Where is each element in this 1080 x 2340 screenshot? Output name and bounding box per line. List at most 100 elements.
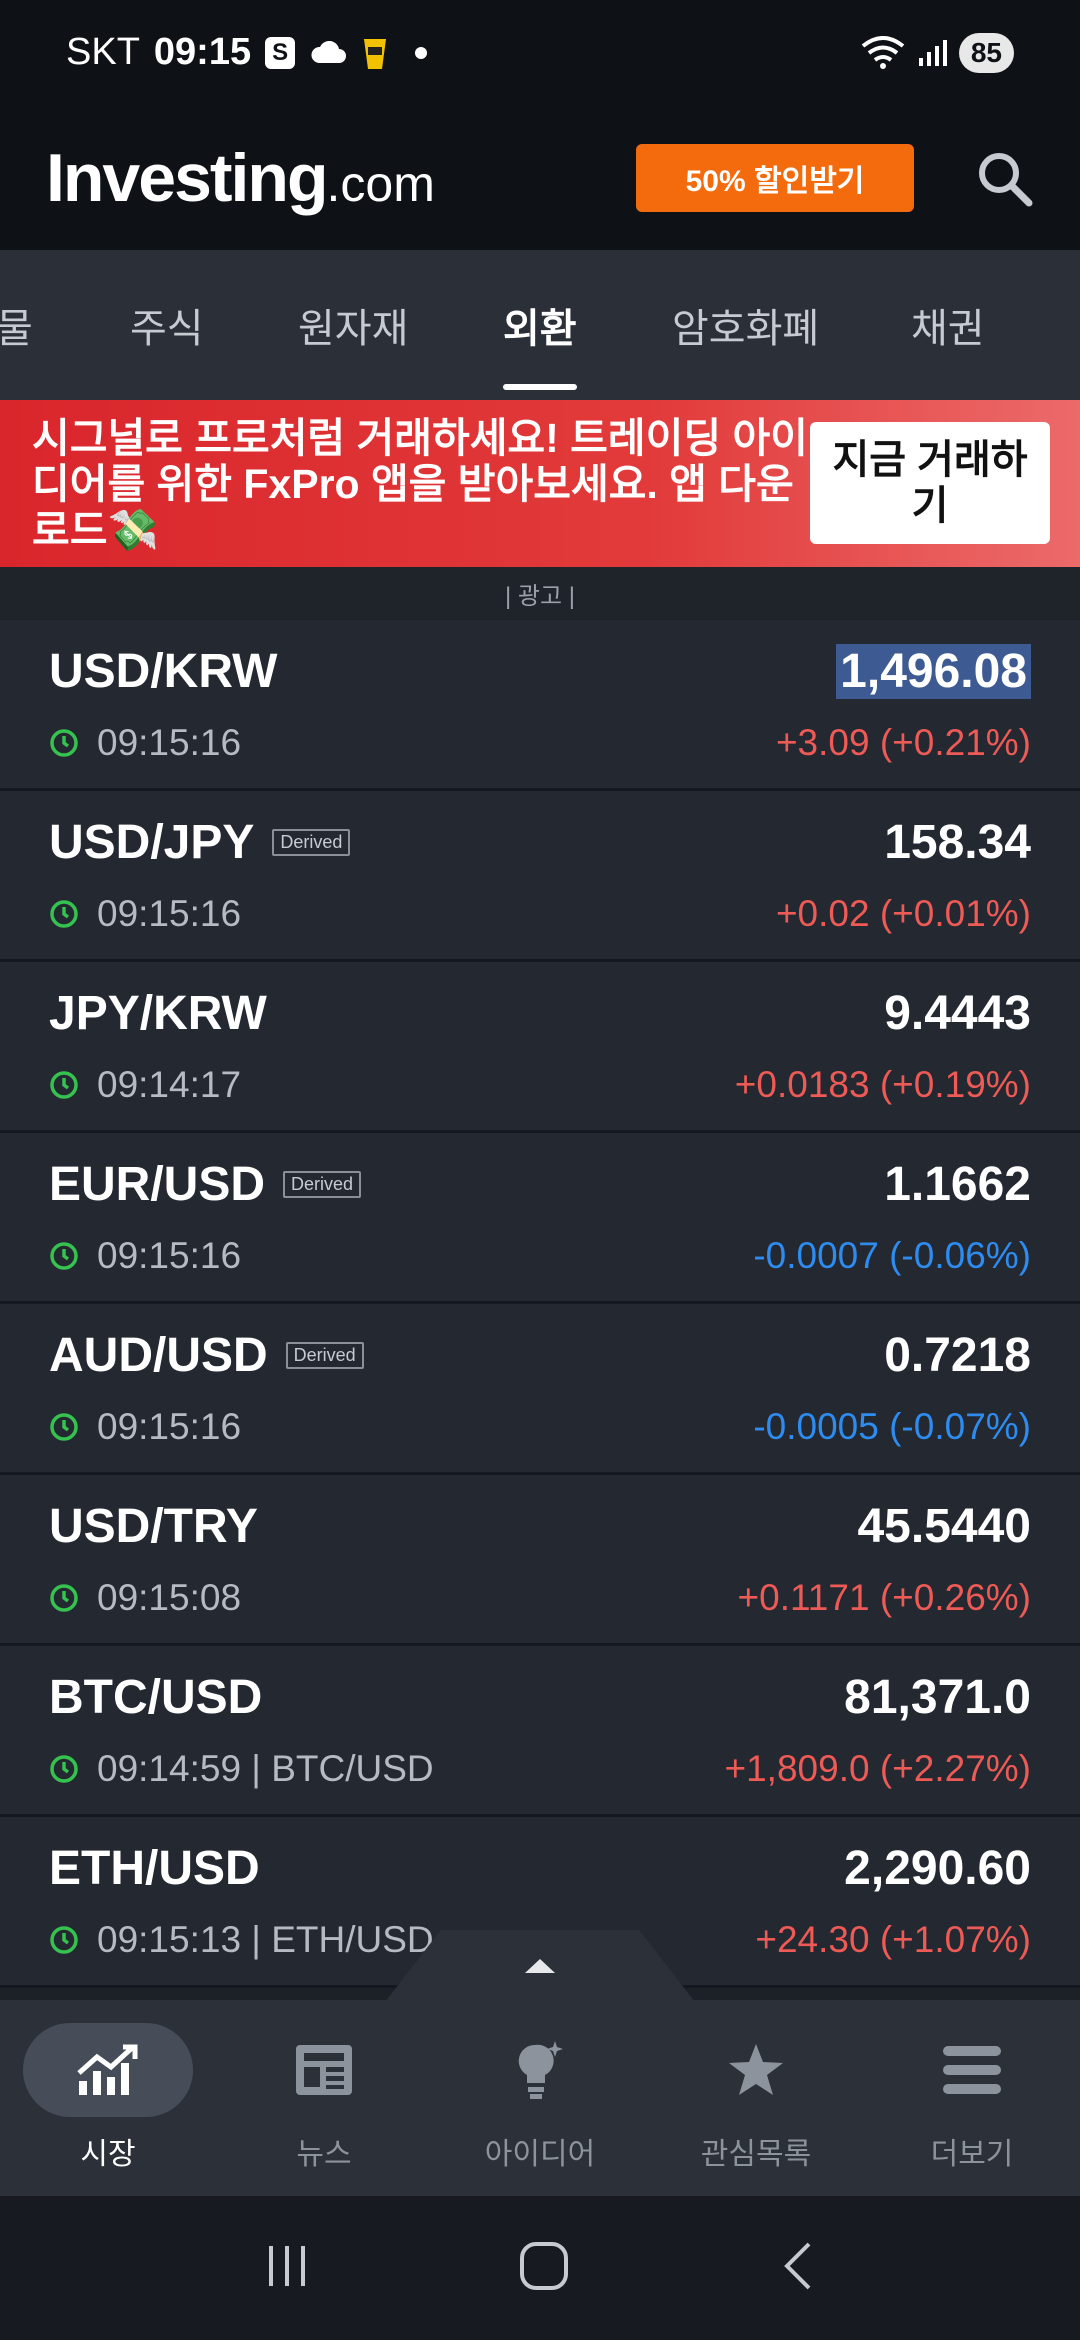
clock-icon	[50, 1071, 78, 1099]
quote-change: +0.0183 (+0.19%)	[734, 1064, 1031, 1105]
back-button[interactable]	[777, 2240, 817, 2297]
quote-symbol: USD/KRW	[49, 644, 277, 699]
tab-label: 외환	[503, 307, 577, 351]
tab-stocks[interactable]: 주식	[130, 250, 204, 400]
investing-app: SKT 09:15 S 85 Investing .com 50% 할인받기 물…	[0, 0, 1080, 2340]
quote-change: +3.09 (+0.21%)	[775, 722, 1031, 763]
quote-symbol: ETH/USD	[49, 1841, 260, 1896]
investing-logo[interactable]: Investing .com	[46, 139, 435, 217]
quote-row-usd-krw[interactable]: USD/KRW 09:15:16 1,496.08 +3.09 (+0.21%)	[0, 620, 1080, 791]
quote-time: 09:15:16	[49, 722, 241, 764]
chevron-up-icon	[525, 1959, 555, 1973]
quote-change: +24.30 (+1.07%)	[755, 1919, 1031, 1960]
cloud-icon	[309, 40, 347, 65]
tab-crypto[interactable]: 암호화폐	[672, 250, 819, 400]
nav-label: 더보기	[930, 2138, 1014, 2171]
quote-row-eur-usd[interactable]: EUR/USD Derived 09:15:16 1.1662 -0.0007 …	[0, 1133, 1080, 1304]
quote-change: -0.0005 (-0.07%)	[753, 1406, 1031, 1447]
dot-icon	[415, 46, 428, 59]
clock-icon	[50, 729, 78, 757]
nav-label: 뉴스	[296, 2138, 352, 2171]
home-button[interactable]	[518, 2240, 570, 2297]
quote-symbol: EUR/USD Derived	[49, 1157, 362, 1212]
star-icon	[729, 2044, 783, 2095]
time-text: 09:15:16	[97, 1235, 242, 1276]
nav-markets[interactable]: 시장	[2, 2023, 214, 2173]
quote-change: +1,809.0 (+2.27%)	[724, 1748, 1032, 1789]
quote-price: 2,290.60	[844, 1842, 1031, 1895]
tab-forex[interactable]: 외환	[503, 250, 577, 400]
nav-icon-wrap	[23, 2023, 193, 2117]
chart-icon	[77, 2044, 138, 2095]
clock-icon	[50, 1242, 78, 1270]
ad-text: 시그널로 프로처럼 거래하세요! 트레이딩 아이디어를 위한 FxPro 앱을 …	[32, 414, 808, 553]
quote-row-btc-usd[interactable]: BTC/USD 09:14:59 | BTC/USD 81,371.0 +1,8…	[0, 1646, 1080, 1817]
tab-commodities[interactable]: 원자재	[298, 250, 408, 400]
newspaper-icon	[296, 2045, 352, 2095]
wifi-icon	[861, 35, 905, 70]
nav-label: 관심목록	[700, 2138, 812, 2171]
nav-more[interactable]: 더보기	[866, 2023, 1078, 2173]
app-header: Investing .com 50% 할인받기	[0, 105, 1080, 250]
quote-symbol: USD/JPY Derived	[49, 815, 351, 870]
nav-label: 시장	[80, 2138, 136, 2171]
tab-label: 주식	[130, 307, 204, 351]
recent-apps-button[interactable]	[263, 2242, 311, 2295]
battery-icon: 85	[958, 32, 1014, 73]
quote-time: 09:14:17	[49, 1064, 241, 1106]
quote-row-jpy-krw[interactable]: JPY/KRW 09:14:17 9.4443 +0.0183 (+0.19%)	[0, 962, 1080, 1133]
status-left: SKT 09:15 S	[66, 31, 428, 74]
nav-icon-wrap	[887, 2023, 1057, 2117]
quote-list: USD/KRW 09:15:16 1,496.08 +3.09 (+0.21%)…	[0, 620, 1080, 1988]
quote-time: 09:15:13 | ETH/USD	[49, 1919, 434, 1961]
tab-bonds[interactable]: 채권	[911, 250, 985, 400]
quote-symbol: AUD/USD Derived	[49, 1328, 364, 1383]
ad-label: | 광고 |	[0, 567, 1080, 619]
nav-news[interactable]: 뉴스	[218, 2023, 430, 2173]
quote-change: +0.02 (+0.01%)	[775, 893, 1031, 934]
quote-row-usd-jpy[interactable]: USD/JPY Derived 09:15:16 158.34 +0.02 (+…	[0, 791, 1080, 962]
quote-time: 09:15:16	[49, 1406, 241, 1448]
signal-icon	[917, 38, 947, 68]
quote-time: 09:15:08	[49, 1577, 241, 1619]
category-tabs: 물 주식 원자재 외환 암호화폐 채권	[0, 250, 1080, 400]
quote-price: 1,496.08	[836, 644, 1031, 699]
discount-promo-button[interactable]: 50% 할인받기	[636, 143, 914, 212]
clock-icon	[50, 1413, 78, 1441]
symbol-text: USD/KRW	[49, 645, 278, 698]
search-button[interactable]	[974, 148, 1034, 208]
quote-price: 9.4443	[884, 987, 1031, 1040]
time-text: 09:15:08	[97, 1577, 242, 1618]
nav-ideas[interactable]: 아이디어	[434, 2023, 646, 2173]
time-text: 09:15:16	[97, 893, 242, 934]
samsung-s-icon: S	[265, 36, 296, 69]
quote-row-usd-try[interactable]: USD/TRY 09:15:08 45.5440 +0.1171 (+0.26%…	[0, 1475, 1080, 1646]
quote-time: 09:14:59 | BTC/USD	[49, 1748, 434, 1790]
search-icon	[979, 152, 1033, 206]
symbol-text: USD/TRY	[49, 1500, 258, 1553]
quote-time: 09:15:16	[49, 1235, 241, 1277]
tab-label: 암호화폐	[672, 307, 820, 351]
bottom-navigation: 시장 뉴스 아이디어 관심목록 더보기	[0, 2000, 1080, 2196]
tab-futures[interactable]: 물	[0, 250, 33, 400]
derived-badge: Derived	[272, 829, 351, 856]
clock-icon	[50, 1584, 78, 1612]
tab-label: 원자재	[298, 307, 409, 351]
ad-banner[interactable]: 시그널로 프로처럼 거래하세요! 트레이딩 아이디어를 위한 FxPro 앱을 …	[0, 400, 1080, 567]
quote-row-aud-usd[interactable]: AUD/USD Derived 09:15:16 0.7218 -0.0005 …	[0, 1304, 1080, 1475]
tab-label: 채권	[911, 307, 985, 351]
cup-icon	[361, 35, 389, 71]
carrier-label: SKT	[66, 31, 140, 73]
time-text: 09:14:17	[97, 1064, 242, 1105]
quote-price: 81,371.0	[844, 1671, 1031, 1724]
symbol-text: AUD/USD	[49, 1329, 268, 1382]
nav-icon-wrap	[239, 2023, 409, 2117]
symbol-text: BTC/USD	[49, 1671, 263, 1724]
active-tab-underline	[503, 384, 577, 390]
nav-watchlist[interactable]: 관심목록	[650, 2023, 862, 2173]
quote-price: 158.34	[884, 816, 1031, 869]
time-text: 09:15:16	[97, 722, 242, 763]
quote-change: +0.1171 (+0.26%)	[737, 1577, 1031, 1618]
ad-trade-now-button[interactable]: 지금 거래하기	[810, 422, 1050, 544]
tab-label: 물	[0, 307, 33, 351]
